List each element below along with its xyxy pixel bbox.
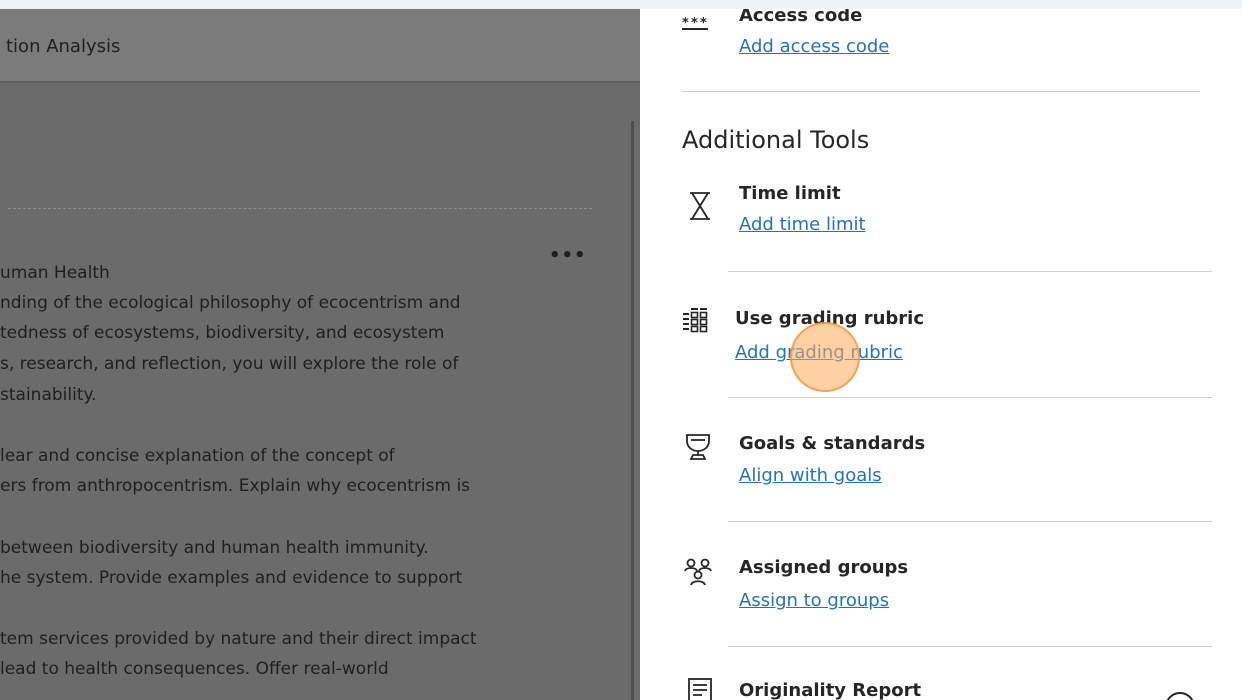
assign-to-groups-link[interactable]: Assign to groups	[739, 590, 889, 611]
svg-text:*: *	[682, 16, 689, 30]
document-line: tem services provided by nature and thei…	[0, 629, 477, 649]
trophy-icon	[684, 433, 712, 461]
hourglass-icon	[686, 192, 714, 220]
settings-panel: * * * Access code Add access code Additi…	[640, 9, 1242, 700]
document-line: he system. Provide examples and evidence…	[0, 568, 463, 588]
rubric-grid-icon	[682, 307, 710, 335]
document-line: nding of the ecological philosophy of ec…	[0, 293, 461, 313]
document-line: lear and concise explanation of the conc…	[0, 446, 395, 466]
section-divider	[728, 646, 1212, 647]
goals-standards-title: Goals & standards	[739, 433, 926, 454]
document-line: ers from anthropocentrism. Explain why e…	[0, 476, 471, 496]
document-panel: tion Analysis ••• uman Health nding of t…	[0, 9, 640, 700]
report-icon	[686, 677, 714, 700]
assigned-groups-title: Assigned groups	[739, 557, 909, 578]
dashed-divider	[8, 208, 592, 209]
originality-report-title: Originality Report	[739, 680, 922, 700]
add-access-code-link[interactable]: Add access code	[739, 36, 889, 57]
svg-text:*: *	[691, 16, 698, 30]
document-title: tion Analysis	[6, 36, 121, 57]
click-indicator	[790, 322, 860, 392]
time-limit-title: Time limit	[739, 183, 841, 204]
document-line: between biodiversity and human health im…	[0, 538, 429, 558]
document-line: tedness of ecosystems, biodiversity, and…	[0, 323, 445, 343]
section-divider	[728, 521, 1212, 522]
access-code-title: Access code	[739, 9, 863, 26]
document-line: uman Health	[0, 263, 110, 283]
document-line: stainability.	[0, 385, 97, 405]
people-icon	[684, 558, 712, 586]
section-divider	[682, 91, 1200, 92]
additional-tools-heading: Additional Tools	[682, 126, 870, 154]
document-scrollbar[interactable]	[631, 121, 634, 700]
document-header: tion Analysis	[0, 9, 640, 83]
top-strip	[0, 0, 1242, 9]
asterisks-icon: * * *	[682, 9, 710, 36]
svg-text:*: *	[700, 16, 707, 30]
document-line: lead to health consequences. Offer real-…	[0, 659, 389, 679]
align-with-goals-link[interactable]: Align with goals	[739, 465, 882, 486]
section-divider	[728, 271, 1212, 272]
more-options-button[interactable]: •••	[549, 245, 587, 266]
section-divider	[728, 397, 1212, 398]
add-time-limit-link[interactable]: Add time limit	[739, 214, 866, 235]
document-line: s, research, and reflection, you will ex…	[0, 354, 459, 374]
